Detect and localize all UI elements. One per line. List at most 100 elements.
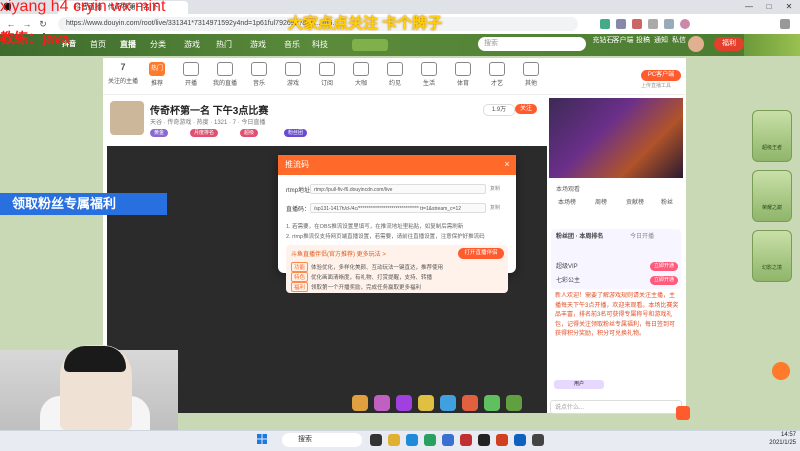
collections-icon[interactable]	[664, 19, 674, 29]
open-vip-button[interactable]: 立即开通	[650, 262, 678, 271]
app-icon[interactable]	[424, 434, 436, 446]
nav-item[interactable]: 热门	[216, 38, 232, 52]
open-companion-button[interactable]: 打开直播伴侣	[458, 248, 504, 259]
close-icon[interactable]: ×	[502, 159, 512, 169]
gift-icon[interactable]	[418, 395, 434, 411]
overlay-banner: 大家点点关注 卡个牌子	[288, 15, 443, 32]
stream-title: 传奇杯第一名 下午3点比赛	[150, 106, 269, 117]
extension-icon[interactable]	[600, 19, 610, 29]
windows-start-icon[interactable]	[257, 434, 267, 444]
dialog-tip: 2. rtmp推流仅支持网页端直播设置，若需要，请前往直播设置，注意保护好推流码	[286, 234, 485, 240]
category-item[interactable]: 其他	[514, 62, 548, 92]
send-button[interactable]	[676, 406, 690, 420]
promo-row: 福利 领取第一个开播奖励，完成任务赢取更多福利	[291, 282, 421, 292]
nav-item[interactable]: 游戏	[250, 38, 266, 52]
game-ad[interactable]: 超级王者	[752, 110, 792, 162]
float-button[interactable]	[772, 362, 790, 380]
category-item[interactable]: 才艺	[480, 62, 514, 92]
dialog-title: 推流码	[285, 160, 309, 169]
pc-client-sub: 上传直播工具	[641, 83, 672, 89]
category-item[interactable]: 体育	[446, 62, 480, 92]
promo-row: 功能 体验优化，多样化美颜、互动玩法一键直达，推荐使用	[291, 262, 443, 272]
game-ad[interactable]: 幻影之境	[752, 230, 792, 282]
search-input[interactable]: 搜索	[478, 37, 586, 51]
tab-week[interactable]: 周榜	[586, 197, 616, 209]
nav-item[interactable]: 科技	[312, 38, 328, 52]
mini-video[interactable]	[549, 98, 683, 178]
maximize-button[interactable]: □	[760, 0, 778, 14]
nav-item[interactable]: 音乐	[284, 38, 300, 52]
category-item[interactable]: 大咖	[344, 62, 378, 92]
pc-client-button[interactable]: PC客户端	[641, 70, 681, 81]
rank-row-name: 超级VIP	[556, 264, 578, 270]
game-ad[interactable]: 荣耀之巅	[752, 170, 792, 222]
taskbar-search[interactable]: 搜索	[282, 433, 362, 447]
app-icon[interactable]	[496, 434, 508, 446]
nav-item[interactable]: 分类	[150, 38, 166, 52]
key-field[interactable]: /sp131-1417h/d-/4c/*********************…	[310, 203, 486, 213]
gift-icon[interactable]	[506, 395, 522, 411]
taskbar-clock[interactable]: 14:57 2021/1/25	[756, 431, 796, 447]
recharge-icon[interactable]: 充钻石	[592, 36, 614, 54]
chat-input[interactable]: 说点什么...	[550, 400, 682, 414]
profile-icon[interactable]	[680, 19, 690, 29]
rank-row-name: 七彩公主	[556, 278, 581, 284]
taskview-icon[interactable]	[370, 434, 382, 446]
extension-icon[interactable]	[632, 19, 642, 29]
fan-benefit-banner: 领取粉丝专属福利	[0, 193, 167, 215]
open-vip-button[interactable]: 立即开通	[650, 276, 678, 285]
copy-button[interactable]: 复制	[490, 204, 500, 211]
gift-icon[interactable]	[462, 395, 478, 411]
gift-icon[interactable]	[374, 395, 390, 411]
category-hot[interactable]: 热门 推荐	[140, 62, 174, 92]
category-follow[interactable]: 7 关注的主播	[106, 62, 140, 92]
menu-icon[interactable]	[780, 19, 790, 29]
nav-item[interactable]: 直播	[120, 38, 136, 52]
gift-icon[interactable]	[352, 395, 368, 411]
message-icon[interactable]: 私信	[668, 36, 690, 54]
tab-fans[interactable]: 粉丝	[654, 197, 680, 209]
promo-row: 特色 优化画面清晰度，有礼物、打赏提醒，支持、转播	[291, 272, 432, 282]
explorer-icon[interactable]	[388, 434, 400, 446]
user-avatar[interactable]	[688, 36, 704, 52]
app-icon[interactable]	[460, 434, 472, 446]
promo-title[interactable]: 斗鱼直播伴侣(官方推荐) 更多玩法 >	[291, 249, 386, 258]
gift-icon[interactable]	[484, 395, 500, 411]
nav-item[interactable]: 首页	[90, 38, 106, 52]
favorites-icon[interactable]	[648, 19, 658, 29]
stream-badge: 月度排名	[190, 129, 219, 137]
gift-icon[interactable]	[440, 395, 456, 411]
tab-contrib[interactable]: 贡献榜	[620, 197, 650, 209]
extension-icon[interactable]	[616, 19, 626, 29]
rank-sub: 今日开播	[630, 234, 655, 240]
edge-icon[interactable]	[406, 434, 418, 446]
nav-item[interactable]: 游戏	[184, 38, 200, 52]
category-item[interactable]: 游戏	[276, 62, 310, 92]
game-banner[interactable]	[744, 34, 800, 56]
server-field[interactable]: rtmp://pull-flv-f6.douyincdn.com/live	[310, 184, 486, 194]
promo-badge[interactable]	[352, 39, 388, 51]
welfare-badge[interactable]: 福利	[714, 37, 744, 51]
category-item[interactable]: 生活	[412, 62, 446, 92]
follow-button[interactable]: 关注	[515, 104, 537, 114]
gift-icon[interactable]	[396, 395, 412, 411]
client-icon[interactable]: 客户端	[612, 36, 634, 54]
streamer-avatar[interactable]	[110, 101, 144, 135]
category-item[interactable]: 音乐	[242, 62, 276, 92]
overlay-text: xiyang h4 cryin wx mint	[0, 0, 166, 15]
category-item[interactable]: 开播	[174, 62, 208, 92]
copy-button[interactable]: 复制	[490, 185, 500, 192]
app-icon[interactable]	[442, 434, 454, 446]
chat-message: 新人欢迎！需要了解游戏规则请关注主播，主播每天下午3点开播，欢迎来观看。本场比赛…	[555, 293, 679, 337]
tab-rank[interactable]: 本场榜	[552, 197, 582, 209]
close-window-button[interactable]: ✕	[780, 0, 798, 14]
app-icon[interactable]	[532, 434, 544, 446]
stream-badge: 超级	[240, 129, 259, 137]
category-item[interactable]: 我的直播	[208, 62, 242, 92]
minimize-button[interactable]: —	[740, 0, 758, 14]
category-item[interactable]: 订阅	[310, 62, 344, 92]
taskbar	[0, 430, 800, 451]
app-icon[interactable]	[478, 434, 490, 446]
category-item[interactable]: 约见	[378, 62, 412, 92]
app-icon[interactable]	[514, 434, 526, 446]
